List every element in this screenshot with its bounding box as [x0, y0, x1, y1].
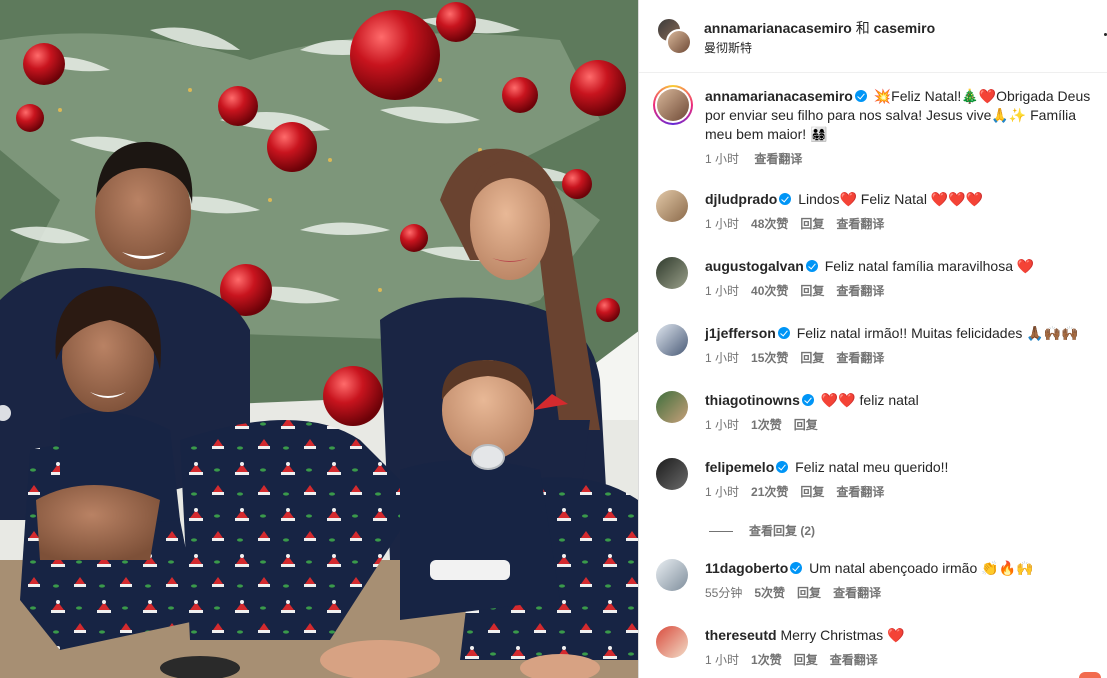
comment-text: ❤️❤️ feliz natal [820, 392, 919, 408]
comment-time[interactable]: 1 小时 [705, 351, 739, 365]
caption-time[interactable]: 1 小时 [705, 152, 739, 166]
verified-badge-icon [776, 461, 789, 473]
comment-meta: 55分钟 5次赞 回复 查看翻译 [705, 584, 1101, 603]
verified-badge-icon [777, 327, 790, 339]
comment-meta: 1 小时 1次赞 回复 查看翻译 [705, 651, 1101, 670]
commenter-avatar[interactable] [656, 626, 688, 658]
commenter-avatar[interactable] [656, 391, 688, 423]
comment-time[interactable]: 55分钟 [705, 586, 742, 600]
comment-meta: 1 小时 15次赞 回复 查看翻译 [705, 349, 1101, 368]
comment-text: Um natal abençoado irmão 👏🔥🙌 [809, 560, 1034, 576]
comment-text: Feliz natal família maravilhosa ❤️ [824, 258, 1035, 274]
post-panel: annamarianacasemiro 和 casemiro 曼彻斯特 anna… [639, 0, 1107, 678]
comment-body: j1jefferson Feliz natal irmão!! Muitas f… [705, 324, 1101, 368]
comment-text: Feliz natal irmão!! Muitas felicidades 🙏… [796, 325, 1079, 341]
caption-body: annamarianacasemiro 💥Feliz Natal!🎄❤️Obri… [705, 87, 1103, 169]
post-photo[interactable] [0, 0, 638, 678]
view-replies-label[interactable]: 查看回复 (2) [749, 524, 815, 538]
commenter-avatar[interactable] [656, 559, 688, 591]
commenter-avatar[interactable] [656, 458, 688, 490]
caption-username[interactable]: annamarianacasemiro [705, 88, 853, 104]
comment-time[interactable]: 1 小时 [705, 217, 739, 231]
collab-avatar-2[interactable] [666, 29, 692, 55]
translate-link[interactable]: 查看翻译 [836, 217, 884, 231]
comment-body: augustogalvan Feliz natal família maravi… [705, 257, 1101, 301]
comment-likes[interactable]: 21次赞 [751, 485, 788, 499]
comment-username[interactable]: j1jefferson [705, 325, 776, 341]
notification-bubble-icon[interactable] [1079, 672, 1101, 678]
comment-text: Merry Christmas ❤️ [780, 627, 905, 643]
author-username[interactable]: annamarianacasemiro [704, 20, 852, 36]
comment-body: thereseutd Merry Christmas ❤️ 1 小时 1次赞 回复查… [705, 626, 1101, 670]
collab-avatars[interactable] [656, 17, 692, 55]
comment-meta: 1 小时 40次赞 回复 查看翻译 [705, 282, 1101, 301]
reply-button[interactable]: 回复 [800, 485, 824, 499]
author-avatar[interactable] [657, 89, 689, 121]
caption-text-a: 💥Feliz Natal!🎄 [873, 88, 979, 104]
story-ring[interactable] [653, 85, 693, 125]
commenter-avatar[interactable] [656, 324, 688, 356]
comment-username[interactable]: 11dagoberto [705, 560, 788, 576]
collab-username[interactable]: casemiro [874, 20, 935, 36]
view-replies[interactable]: 查看回复 (2) [709, 522, 815, 539]
comment-likes[interactable]: 48次赞 [751, 217, 788, 231]
verified-badge-icon [801, 394, 814, 406]
reply-button[interactable]: 回复 [800, 351, 824, 365]
verified-badge-icon [805, 260, 818, 272]
replies-line [709, 531, 733, 533]
comment-time[interactable]: 1 小时 [705, 653, 739, 667]
comment-likes[interactable]: 15次赞 [751, 351, 788, 365]
caption-meta: 1 小时 查看翻译 [705, 150, 1103, 169]
comment-username[interactable]: thereseutd [705, 627, 777, 643]
verified-badge-icon [779, 193, 792, 205]
comment-body: djludprado Lindos❤️ Feliz Natal ❤️❤️❤️ 1… [705, 190, 1101, 234]
comment-body: felipemelo Feliz natal meu querido!! 1 小… [705, 458, 1101, 502]
comment-likes[interactable]: 1次赞 [751, 418, 782, 432]
translate-link[interactable]: 查看翻译 [836, 284, 884, 298]
heart-emoji: ❤️ [978, 88, 997, 104]
translate-link[interactable]: 查看翻译 [830, 653, 878, 667]
comment-likes[interactable]: 5次赞 [754, 586, 785, 600]
reply-button[interactable]: 回复 [794, 418, 818, 432]
post-header: annamarianacasemiro 和 casemiro 曼彻斯特 [639, 0, 1107, 73]
comment-body: thiagotinowns ❤️❤️ feliz natal 1 小时 1次赞 回复 [705, 391, 1101, 435]
commenter-avatar[interactable] [656, 190, 688, 222]
comment-time[interactable]: 1 小时 [705, 284, 739, 298]
comment-text: Feliz natal meu querido!! [795, 459, 949, 475]
comment-username[interactable]: thiagotinowns [705, 392, 800, 408]
commenter-avatar[interactable] [656, 257, 688, 289]
post-author-title[interactable]: annamarianacasemiro 和 casemiro [704, 18, 935, 38]
comment-likes[interactable]: 1次赞 [751, 653, 782, 667]
comment-meta: 1 小时 1次赞 回复 [705, 416, 1101, 435]
translate-link[interactable]: 查看翻译 [836, 351, 884, 365]
comment-username[interactable]: augustogalvan [705, 258, 804, 274]
verified-badge-icon [790, 562, 803, 574]
reply-button[interactable]: 回复 [800, 217, 824, 231]
comment-meta: 1 小时 48次赞 回复 查看翻译 [705, 215, 1101, 234]
comment-likes[interactable]: 40次赞 [751, 284, 788, 298]
reply-button[interactable]: 回复 [800, 284, 824, 298]
post-location[interactable]: 曼彻斯特 [704, 39, 752, 56]
comment-text: Lindos❤️ Feliz Natal ❤️❤️❤️ [798, 191, 984, 207]
comment-body: 11dagoberto Um natal abençoado irmão 👏🔥🙌… [705, 559, 1101, 603]
comment-time[interactable]: 1 小时 [705, 418, 739, 432]
verified-badge-icon [854, 90, 867, 102]
joiner-text: 和 [851, 20, 874, 36]
comment-meta: 1 小时 21次赞 回复 查看翻译 [705, 483, 1101, 502]
comment-username[interactable]: djludprado [705, 191, 777, 207]
reply-button[interactable]: 回复 [797, 586, 821, 600]
comment-time[interactable]: 1 小时 [705, 485, 739, 499]
translate-link[interactable]: 查看翻译 [833, 586, 881, 600]
comment-username[interactable]: felipemelo [705, 459, 774, 475]
translate-link[interactable]: 查看翻译 [836, 485, 884, 499]
family-christmas-photo [0, 0, 638, 678]
caption-translate-link[interactable]: 查看翻译 [754, 152, 802, 166]
reply-button[interactable]: 回复 [794, 653, 818, 667]
